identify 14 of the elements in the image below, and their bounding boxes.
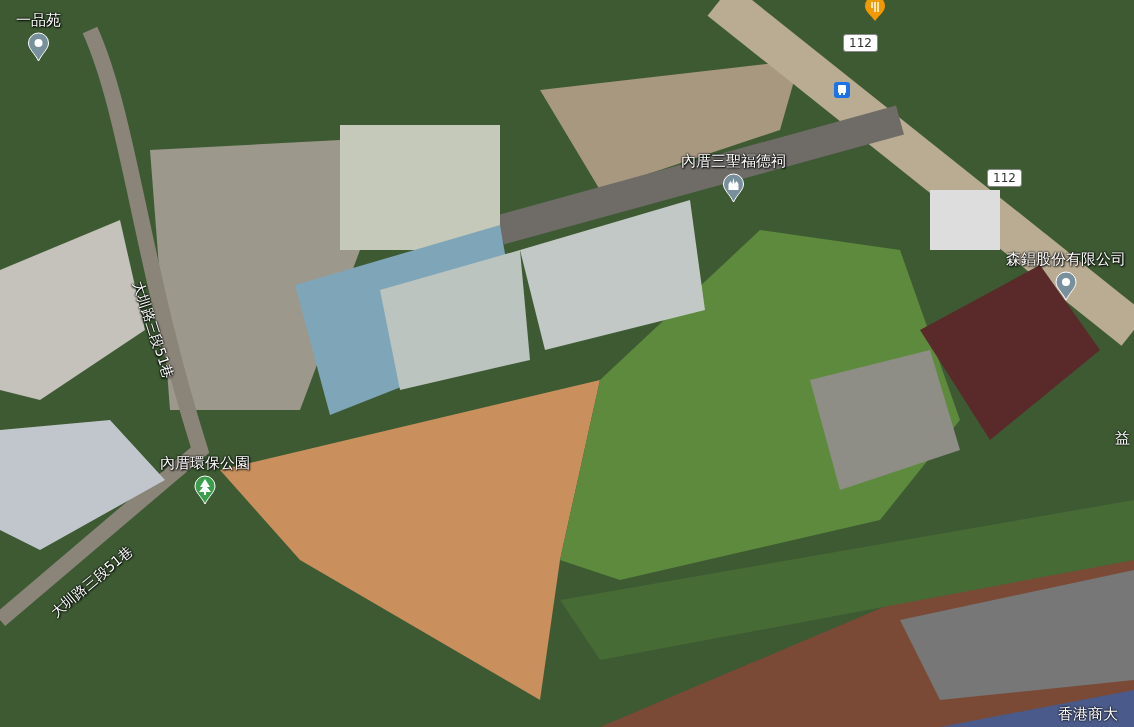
place-label: 香港商大 bbox=[1058, 706, 1118, 723]
street-label: 大圳路三段51巷 bbox=[129, 279, 177, 381]
route-shield: 112 bbox=[987, 169, 1022, 188]
tree-pin-icon[interactable] bbox=[194, 474, 216, 505]
temple-pin-icon[interactable] bbox=[722, 172, 744, 203]
bus-icon[interactable] bbox=[834, 82, 850, 98]
street-label: 大圳路三段51巷 bbox=[48, 543, 136, 621]
map-pin-icon[interactable] bbox=[1055, 270, 1077, 301]
place-label[interactable]: 一品苑 bbox=[15, 12, 61, 29]
restaurant-pin-icon[interactable] bbox=[864, 0, 886, 22]
place-label: 益 bbox=[1115, 430, 1130, 447]
place-label[interactable]: 內厝三聖福德祠 bbox=[680, 153, 786, 170]
map-pin-icon[interactable] bbox=[27, 31, 49, 62]
route-shield: 112 bbox=[843, 34, 878, 53]
